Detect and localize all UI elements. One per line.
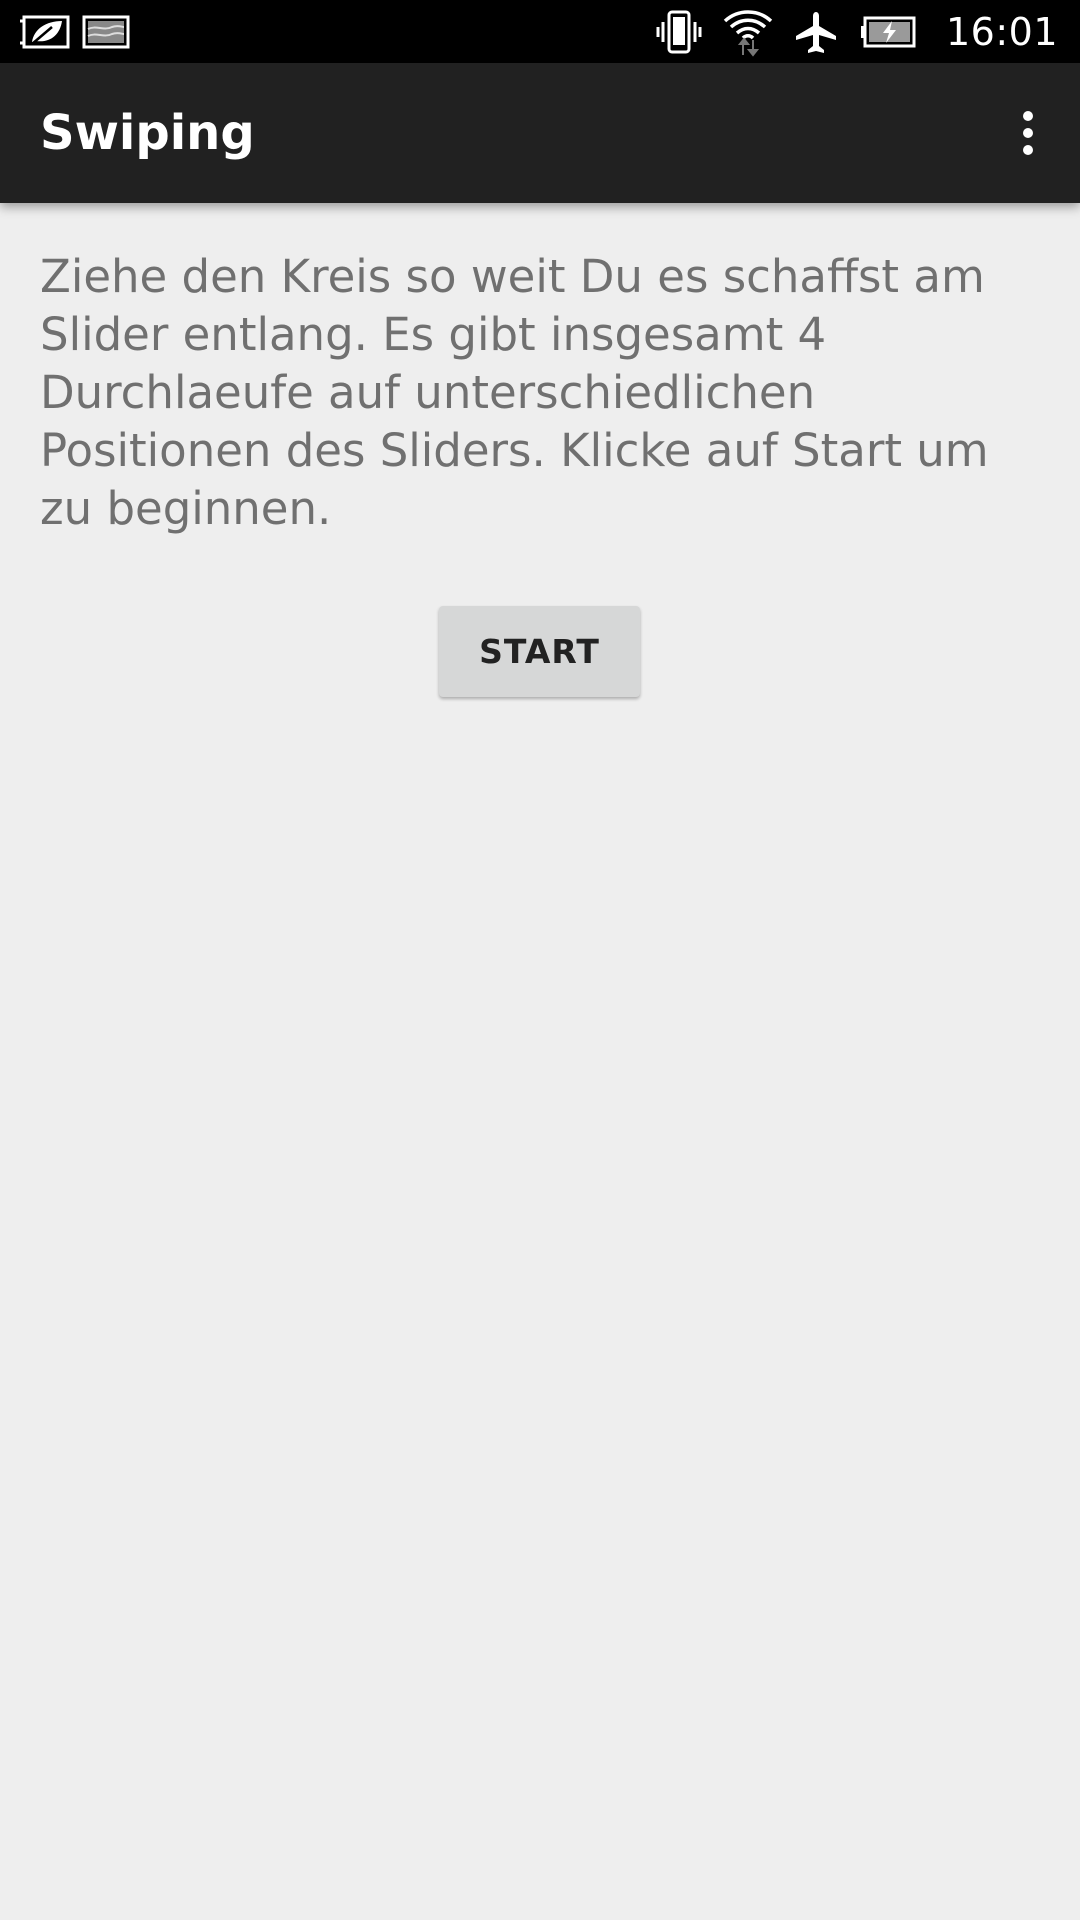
start-button[interactable]: START [439, 606, 640, 697]
vibrate-icon [656, 10, 702, 54]
overflow-menu-icon[interactable] [998, 103, 1058, 163]
instructions-text: Ziehe den Kreis so weit Du es schaffst a… [40, 250, 989, 535]
battery-charging-icon [860, 16, 916, 48]
clock: 16:01 [945, 9, 1058, 54]
app-bar: Swiping [0, 63, 1080, 203]
app-title: Swiping [40, 105, 255, 161]
status-bar: 16:01 [0, 0, 1080, 63]
wifi-icon [722, 7, 774, 57]
airplane-mode-icon [794, 10, 838, 54]
image-notification-icon [82, 15, 130, 49]
leaf-notification-icon [18, 15, 70, 49]
notification-icons [18, 12, 130, 52]
